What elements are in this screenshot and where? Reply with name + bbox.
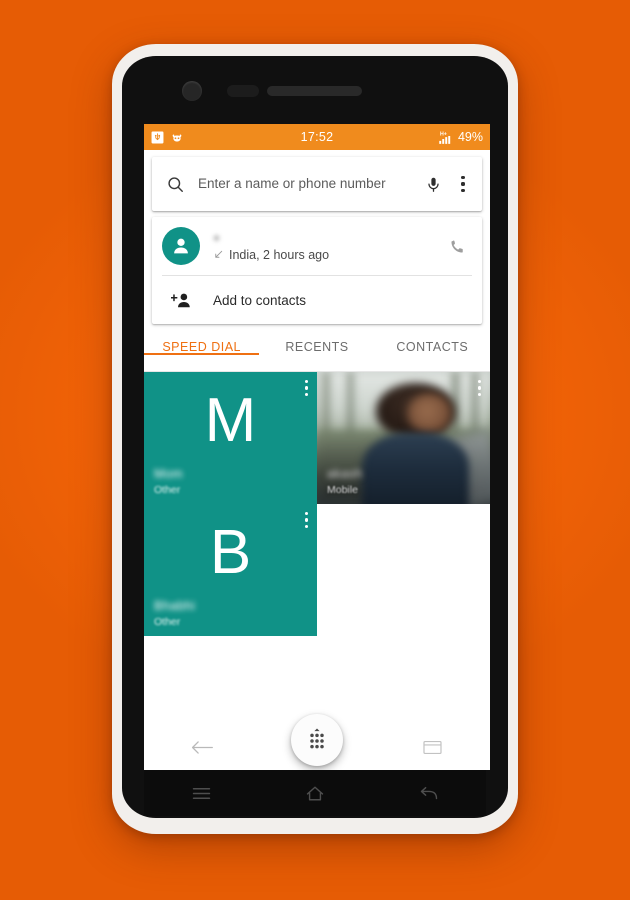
avatar — [162, 227, 200, 265]
home-outline-icon — [306, 786, 324, 800]
tile-labels: akash Mobile — [327, 467, 482, 496]
recents-icon — [423, 740, 442, 754]
search-bar[interactable]: Enter a name or phone number — [152, 157, 482, 211]
contact-number-type: Other — [154, 616, 181, 628]
front-camera-icon — [182, 81, 202, 101]
hardware-back-key[interactable] — [372, 786, 486, 801]
hardware-key-bar — [144, 770, 486, 816]
contact-name: akash — [327, 467, 363, 481]
tile-labels: Mom Other — [154, 467, 309, 496]
contact-number-type: Other — [154, 484, 181, 496]
tile-labels: Bhabhi Other — [154, 599, 309, 628]
contact-initial: B — [209, 518, 252, 587]
tile-overflow-menu-icon[interactable] — [304, 512, 308, 529]
search-icon — [152, 175, 198, 194]
battery-percent: 49% — [457, 130, 483, 144]
signal-bars-icon: H+ — [439, 131, 451, 144]
hardware-menu-key[interactable] — [144, 786, 258, 801]
svg-text:H+: H+ — [440, 131, 447, 137]
tile-overflow-menu-icon[interactable] — [304, 380, 308, 397]
status-left-icons — [151, 131, 184, 144]
tab-speed-dial[interactable]: SPEED DIAL — [144, 335, 260, 355]
search-input[interactable]: Enter a name or phone number — [198, 176, 416, 192]
dialpad-icon — [310, 728, 324, 749]
speed-dial-empty-slot — [317, 504, 490, 636]
nav-recents-button[interactable] — [375, 739, 490, 756]
add-to-contacts-row[interactable]: Add to contacts — [152, 276, 482, 324]
back-icon — [191, 740, 213, 754]
contact-initial: M — [204, 386, 257, 455]
phone-screen: 17:52 H+ 49% Enter a name or phone numbe… — [144, 124, 490, 770]
menu-icon — [192, 787, 210, 799]
contact-number-type: Mobile — [327, 484, 358, 496]
incoming-call-arrow-icon — [215, 250, 223, 258]
call-location-time: India, 2 hours ago — [229, 247, 330, 262]
usb-debug-icon — [151, 131, 164, 143]
suggested-contact-row[interactable]: + India, 2 hours ago — [152, 217, 482, 275]
phone-device: 17:52 H+ 49% Enter a name or phone numbe… — [112, 44, 518, 834]
photo-person-face — [406, 393, 452, 433]
tile-overflow-menu-icon[interactable] — [477, 380, 481, 397]
speed-dial-tile[interactable]: B Bhabhi Other — [144, 504, 317, 636]
call-icon[interactable] — [442, 238, 472, 255]
status-right-icons: H+ 49% — [435, 130, 483, 145]
tab-contacts[interactable]: CONTACTS — [375, 335, 490, 354]
contact-name: Bhabhi — [154, 599, 196, 613]
add-to-contacts-label: Add to contacts — [213, 292, 307, 308]
phone-number: + — [213, 230, 222, 245]
phone-front-face: 17:52 H+ 49% Enter a name or phone numbe… — [122, 56, 508, 818]
contact-name: Mom — [154, 467, 183, 481]
proximity-sensor-icon — [227, 85, 259, 97]
earpiece-speaker — [267, 86, 362, 96]
cyanogenmod-icon — [172, 134, 182, 142]
suggested-contact-text: + India, 2 hours ago — [200, 231, 442, 262]
speed-dial-tile[interactable]: akash Mobile — [317, 372, 490, 504]
suggestion-card: + India, 2 hours ago Add to contacts — [152, 217, 482, 324]
mic-icon[interactable] — [416, 176, 450, 193]
speed-dial-grid: M Mom Other akash Mobile B Bhabhi Other — [144, 372, 490, 636]
overflow-menu-icon[interactable] — [450, 176, 482, 192]
call-meta: India, 2 hours ago — [213, 248, 442, 262]
add-person-icon — [162, 291, 200, 310]
tab-recents[interactable]: RECENTS — [259, 335, 374, 354]
tab-bar: SPEED DIAL RECENTS CONTACTS — [144, 335, 490, 372]
hardware-home-key[interactable] — [258, 785, 372, 802]
dialpad-fab-button[interactable] — [291, 714, 343, 766]
back-arrow-icon — [420, 786, 438, 799]
speed-dial-tile[interactable]: M Mom Other — [144, 372, 317, 504]
status-bar: 17:52 H+ 49% — [144, 124, 490, 150]
nav-back-button[interactable] — [144, 739, 259, 756]
